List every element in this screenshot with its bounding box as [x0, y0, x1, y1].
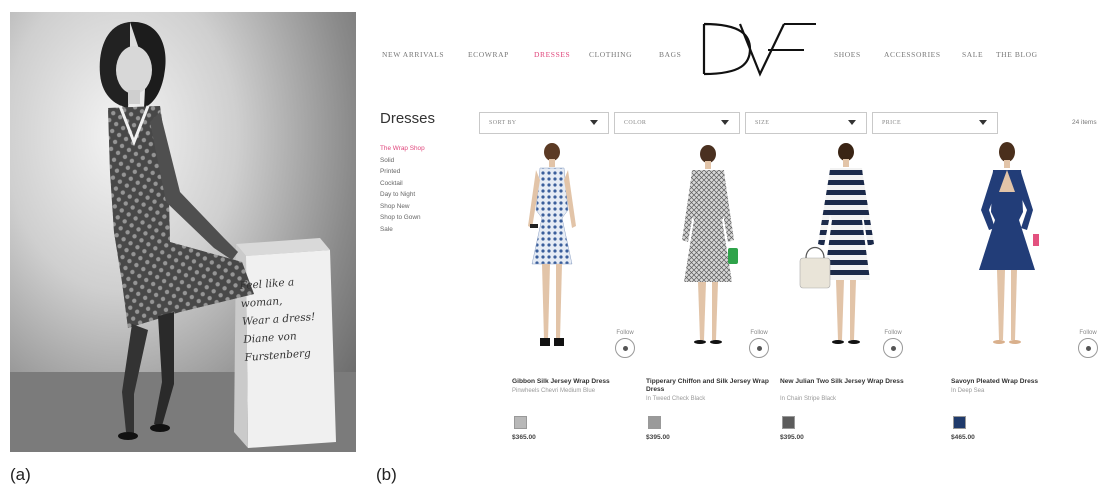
- follow-label: Follow: [750, 330, 768, 336]
- price-filter-dropdown[interactable]: PRICE: [872, 112, 998, 134]
- caption-b: (b): [376, 465, 397, 484]
- nav-ecowrap[interactable]: ECOWRAP: [468, 50, 509, 59]
- sort-by-dropdown[interactable]: SORT BY: [479, 112, 609, 134]
- nav-shoes[interactable]: SHOES: [834, 50, 861, 59]
- nav-bags[interactable]: BAGS: [659, 50, 681, 59]
- color-swatch[interactable]: [953, 416, 966, 429]
- product-color: In Chain Stripe Black: [780, 396, 837, 402]
- follow-widget[interactable]: Follow: [880, 330, 906, 358]
- product-image[interactable]: [644, 140, 774, 362]
- sidebar-item-solid[interactable]: Solid: [380, 155, 425, 167]
- sidebar-item-shop-to-gown[interactable]: Shop to Gown: [380, 212, 425, 224]
- dvf-logo[interactable]: [698, 16, 816, 80]
- product-name[interactable]: Gibbon Silk Jersey Wrap Dress: [512, 378, 648, 386]
- chevron-down-icon: [721, 120, 729, 125]
- follow-label: Follow: [884, 330, 902, 336]
- color-swatch[interactable]: [782, 416, 795, 429]
- nav-sale[interactable]: SALE: [962, 50, 983, 59]
- follow-circle-icon[interactable]: [1078, 338, 1098, 358]
- follow-circle-icon[interactable]: [749, 338, 769, 358]
- handwriting-signature: Diane von Furstenberg: [242, 330, 312, 364]
- follow-circle-icon[interactable]: [883, 338, 903, 358]
- product-card[interactable]: Follow Tipperary Chiffon and Silk Jersey…: [644, 140, 774, 448]
- product-color: Pinwheels Chevri Medium Blue: [512, 388, 596, 394]
- sidebar-item-sale[interactable]: Sale: [380, 224, 425, 236]
- color-swatch[interactable]: [648, 416, 661, 429]
- color-filter-dropdown[interactable]: COLOR: [614, 112, 740, 134]
- product-color: In Deep Sea: [951, 388, 985, 394]
- handwritten-message: Feel like a woman, Wear a dress! Diane v…: [239, 271, 333, 367]
- product-price: $395.00: [780, 434, 804, 441]
- product-name[interactable]: New Julian Two Silk Jersey Wrap Dress: [780, 378, 916, 386]
- filter-label: SORT BY: [489, 120, 517, 126]
- product-price: $365.00: [512, 434, 536, 441]
- dvf-website-screenshot: NEW ARRIVALS ECOWRAP DRESSES CLOTHING BA…: [376, 12, 1103, 452]
- filter-label: COLOR: [624, 120, 647, 126]
- nav-dresses[interactable]: DRESSES: [534, 50, 570, 59]
- sidebar-item-shop-new[interactable]: Shop New: [380, 201, 425, 213]
- sidebar-item-day-to-night[interactable]: Day to Night: [380, 189, 425, 201]
- sidebar-item-cocktail[interactable]: Cocktail: [380, 178, 425, 190]
- follow-circle-icon[interactable]: [615, 338, 635, 358]
- caption-a: (a): [10, 465, 31, 484]
- chevron-down-icon: [848, 120, 856, 125]
- product-image[interactable]: [510, 140, 640, 362]
- nav-the-blog[interactable]: THE BLOG: [996, 50, 1038, 59]
- follow-widget[interactable]: Follow: [1075, 330, 1101, 358]
- follow-label: Follow: [616, 330, 634, 336]
- product-image[interactable]: [949, 140, 1079, 362]
- product-name[interactable]: Tipperary Chiffon and Silk Jersey Wrap D…: [646, 378, 782, 394]
- filter-label: PRICE: [882, 120, 902, 126]
- product-card[interactable]: Follow New Julian Two Silk Jersey Wrap D…: [778, 140, 908, 448]
- portrait-illustration: [10, 21, 356, 452]
- category-sidebar: The Wrap Shop Solid Printed Cocktail Day…: [380, 143, 425, 235]
- follow-label: Follow: [1079, 330, 1097, 336]
- nav-accessories[interactable]: ACCESSORIES: [884, 50, 941, 59]
- follow-widget[interactable]: Follow: [612, 330, 638, 358]
- page-title: Dresses: [380, 110, 436, 127]
- sidebar-item-printed[interactable]: Printed: [380, 166, 425, 178]
- sidebar-item-wrap-shop[interactable]: The Wrap Shop: [380, 143, 425, 155]
- dvf-portrait-photo: Feel like a woman, Wear a dress! Diane v…: [10, 12, 356, 452]
- size-filter-dropdown[interactable]: SIZE: [745, 112, 867, 134]
- nav-clothing[interactable]: CLOTHING: [589, 50, 632, 59]
- filter-label: SIZE: [755, 120, 770, 126]
- nav-new-arrivals[interactable]: NEW ARRIVALS: [382, 50, 444, 59]
- item-count: 24 items: [1072, 119, 1097, 126]
- product-card[interactable]: Follow Gibbon Silk Jersey Wrap Dress Pin…: [510, 140, 640, 448]
- chevron-down-icon: [979, 120, 987, 125]
- chevron-down-icon: [590, 120, 598, 125]
- follow-widget[interactable]: Follow: [746, 330, 772, 358]
- product-name[interactable]: Savoyn Pleated Wrap Dress: [951, 378, 1087, 386]
- product-color: In Tweed Check Black: [646, 396, 706, 402]
- product-image[interactable]: [778, 140, 908, 362]
- product-price: $465.00: [951, 434, 975, 441]
- product-card[interactable]: Follow Savoyn Pleated Wrap Dress In Deep…: [949, 140, 1098, 448]
- color-swatch[interactable]: [514, 416, 527, 429]
- product-price: $395.00: [646, 434, 670, 441]
